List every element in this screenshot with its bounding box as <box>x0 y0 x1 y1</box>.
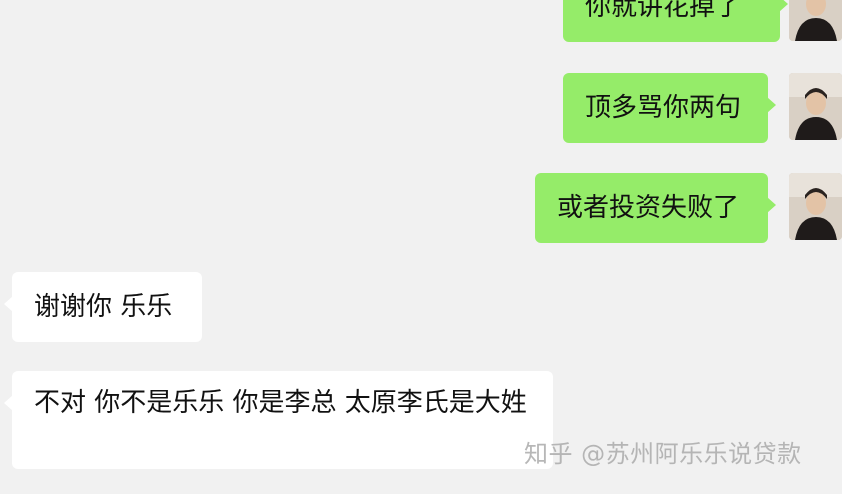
message-text: 顶多骂你两句 <box>585 93 742 123</box>
message-bubble-incoming[interactable]: 不对 你不是乐乐 你是李总 太原李氏是大姓 <box>4 371 553 469</box>
message-text: 你就讲花掉了 <box>585 0 742 22</box>
message-bubble-outgoing[interactable]: 你就讲花掉了 <box>563 0 788 42</box>
message-text: 或者投资失败了 <box>557 193 740 223</box>
avatar[interactable] <box>789 73 842 140</box>
message-text: 不对 你不是乐乐 你是李总 太原李氏是大姓 <box>34 388 527 418</box>
watermark: 知乎 @苏州阿乐乐说贷款 <box>524 440 802 468</box>
avatar[interactable] <box>789 0 842 41</box>
message-bubble-outgoing[interactable]: 顶多骂你两句 <box>563 73 776 143</box>
avatar[interactable] <box>789 173 842 240</box>
chat-area: 你就讲花掉了 顶多骂你两句 或者投资失败了 谢谢你 乐乐 不对 你不是乐乐 你是… <box>0 0 842 494</box>
avatar-image <box>789 173 842 240</box>
message-bubble-incoming[interactable]: 谢谢你 乐乐 <box>4 272 202 342</box>
message-bubble-outgoing[interactable]: 或者投资失败了 <box>535 173 776 243</box>
avatar-image <box>789 73 842 140</box>
message-text: 谢谢你 乐乐 <box>34 292 173 322</box>
avatar-image <box>789 0 842 41</box>
